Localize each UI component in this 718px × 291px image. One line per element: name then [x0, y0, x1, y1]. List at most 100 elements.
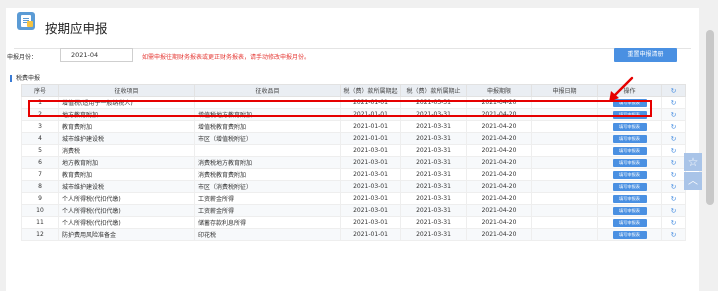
- table-row: 4 城市维护建设税 市区（增值税附征） 2021-01-01 2021-03-31 202…: [21, 132, 686, 145]
- fill-declaration-form-button[interactable]: 填写申报表: [612, 170, 647, 179]
- cell-levy-category: 增值税地方教育附加: [194, 108, 341, 121]
- refresh-icon[interactable]: ↻: [671, 123, 677, 131]
- cell-action: 填写申报表: [597, 108, 662, 121]
- cell-levy-item: 个人所得税(代扣代缴): [58, 216, 195, 229]
- cell-index: 4: [21, 132, 59, 145]
- cell-period-end: 2021-03-31: [400, 120, 467, 133]
- scrollbar-thumb[interactable]: [706, 30, 714, 205]
- fill-declaration-form-button[interactable]: 填写申报表: [612, 110, 647, 119]
- cell-levy-item: 增值税(适用于一般纳税人): [58, 96, 195, 109]
- cell-action: 填写申报表: [597, 144, 662, 157]
- cell-levy-item: 个人所得税(代扣代缴): [58, 192, 195, 205]
- cell-levy-item: 个人所得税(代扣代缴): [58, 204, 195, 217]
- cell-levy-category: [194, 96, 341, 109]
- cell-period-end: 2021-03-31: [400, 144, 467, 157]
- cell-index: 12: [21, 228, 59, 241]
- header-period-end: 税（费）款所属期止: [400, 84, 467, 97]
- refresh-icon[interactable]: ↻: [671, 231, 677, 239]
- cell-index: 3: [21, 120, 59, 133]
- star-icon[interactable]: ☆: [684, 153, 702, 171]
- fill-declaration-form-button[interactable]: 填写申报表: [612, 98, 647, 107]
- cell-period-end: 2021-03-31: [400, 96, 467, 109]
- cell-levy-category: 市区（增值税附征）: [194, 132, 341, 145]
- header-period-start: 税（费）款所属期起: [340, 84, 401, 97]
- refresh-icon[interactable]: ↻: [671, 111, 677, 119]
- cell-levy-category: 工资薪金所得: [194, 204, 341, 217]
- refresh-icon[interactable]: ↻: [671, 207, 677, 215]
- cell-declare-date: [531, 180, 598, 193]
- cell-refresh: ↻: [661, 168, 686, 181]
- refresh-icon[interactable]: ↻: [671, 147, 677, 155]
- refresh-icon[interactable]: ↻: [671, 195, 677, 203]
- cell-levy-item: 城市维护建设税: [58, 180, 195, 193]
- cell-levy-category: 印花税: [194, 228, 341, 241]
- chevron-up-icon[interactable]: ︿: [684, 172, 702, 190]
- header-index: 序号: [21, 84, 59, 97]
- cell-refresh: ↻: [661, 192, 686, 205]
- cell-declare-date: [531, 108, 598, 121]
- cell-levy-category: 工资薪金所得: [194, 192, 341, 205]
- fill-declaration-form-button[interactable]: 填写申报表: [612, 194, 647, 203]
- cell-levy-category: 增值税教育费附加: [194, 120, 341, 133]
- cell-action: 填写申报表: [597, 96, 662, 109]
- cell-action: 填写申报表: [597, 132, 662, 145]
- cell-action: 填写申报表: [597, 216, 662, 229]
- cell-levy-item: 城市维护建设税: [58, 132, 195, 145]
- fill-declaration-form-button[interactable]: 填写申报表: [612, 134, 647, 143]
- table-header-row: 序号 征收项目 征收品目 税（费）款所属期起 税（费）款所属期止 申报期限 申报…: [21, 84, 686, 97]
- fill-declaration-form-button[interactable]: 填写申报表: [612, 206, 647, 215]
- cell-levy-category: 消费税教育费附加: [194, 168, 341, 181]
- cell-period-start: 2021-01-01: [340, 96, 401, 109]
- header-refresh[interactable]: ↻: [661, 84, 686, 97]
- cell-levy-category: 市区（消费税附征）: [194, 180, 341, 193]
- refresh-icon[interactable]: ↻: [671, 99, 677, 107]
- refresh-icon[interactable]: ↻: [671, 87, 677, 95]
- cell-refresh: ↻: [661, 96, 686, 109]
- period-label: 申报月份：: [7, 54, 38, 61]
- cell-index: 6: [21, 156, 59, 169]
- cell-refresh: ↻: [661, 156, 686, 169]
- refresh-icon[interactable]: ↻: [671, 135, 677, 143]
- cell-deadline: 2021-04-20: [466, 168, 532, 181]
- cell-refresh: ↻: [661, 204, 686, 217]
- fill-declaration-form-button[interactable]: 填写申报表: [612, 182, 647, 191]
- refresh-icon[interactable]: ↻: [671, 219, 677, 227]
- table-row: 1 增值税(适用于一般纳税人) 2021-01-01 2021-03-31 2021-0…: [21, 96, 686, 109]
- refresh-icon[interactable]: ↻: [671, 159, 677, 167]
- fill-declaration-form-button[interactable]: 填写申报表: [612, 146, 647, 155]
- reset-declaration-list-button[interactable]: 重置申报清册: [614, 48, 677, 62]
- cell-period-start: 2021-03-01: [340, 216, 401, 229]
- cell-period-start: 2021-03-01: [340, 192, 401, 205]
- cell-declare-date: [531, 192, 598, 205]
- cell-levy-item: 教育费附加: [58, 120, 195, 133]
- table-row: 7 教育费附加 消费税教育费附加 2021-03-01 2021-03-31 2021-0…: [21, 168, 686, 181]
- fill-declaration-form-button[interactable]: 填写申报表: [612, 122, 647, 131]
- cell-refresh: ↻: [661, 180, 686, 193]
- fill-declaration-form-button[interactable]: 填写申报表: [612, 218, 647, 227]
- cell-declare-date: [531, 156, 598, 169]
- cell-action: 填写申报表: [597, 180, 662, 193]
- cell-period-end: 2021-03-31: [400, 132, 467, 145]
- fill-declaration-form-button[interactable]: 填写申报表: [612, 230, 647, 239]
- cell-levy-category: 消费税地方教育附加: [194, 156, 341, 169]
- fill-declaration-form-button[interactable]: 填写申报表: [612, 158, 647, 167]
- refresh-icon[interactable]: ↻: [671, 171, 677, 179]
- section-title: 税费申报: [10, 75, 40, 82]
- cell-refresh: ↻: [661, 108, 686, 121]
- cell-period-end: 2021-03-31: [400, 156, 467, 169]
- cell-period-start: 2021-03-01: [340, 204, 401, 217]
- period-input[interactable]: [60, 48, 133, 62]
- cell-deadline: 2021-04-20: [466, 216, 532, 229]
- cell-period-end: 2021-03-31: [400, 108, 467, 121]
- table-row: 10 个人所得税(代扣代缴) 工资薪金所得 2021-03-01 2021-03-31 2…: [21, 204, 686, 217]
- cell-action: 填写申报表: [597, 168, 662, 181]
- cell-period-start: 2021-03-01: [340, 144, 401, 157]
- header-levy-item: 征收项目: [58, 84, 195, 97]
- cell-index: 5: [21, 144, 59, 157]
- cell-deadline: 2021-04-20: [466, 144, 532, 157]
- cell-period-end: 2021-03-31: [400, 180, 467, 193]
- cell-index: 9: [21, 192, 59, 205]
- refresh-icon[interactable]: ↻: [671, 183, 677, 191]
- cell-index: 2: [21, 108, 59, 121]
- cell-declare-date: [531, 120, 598, 133]
